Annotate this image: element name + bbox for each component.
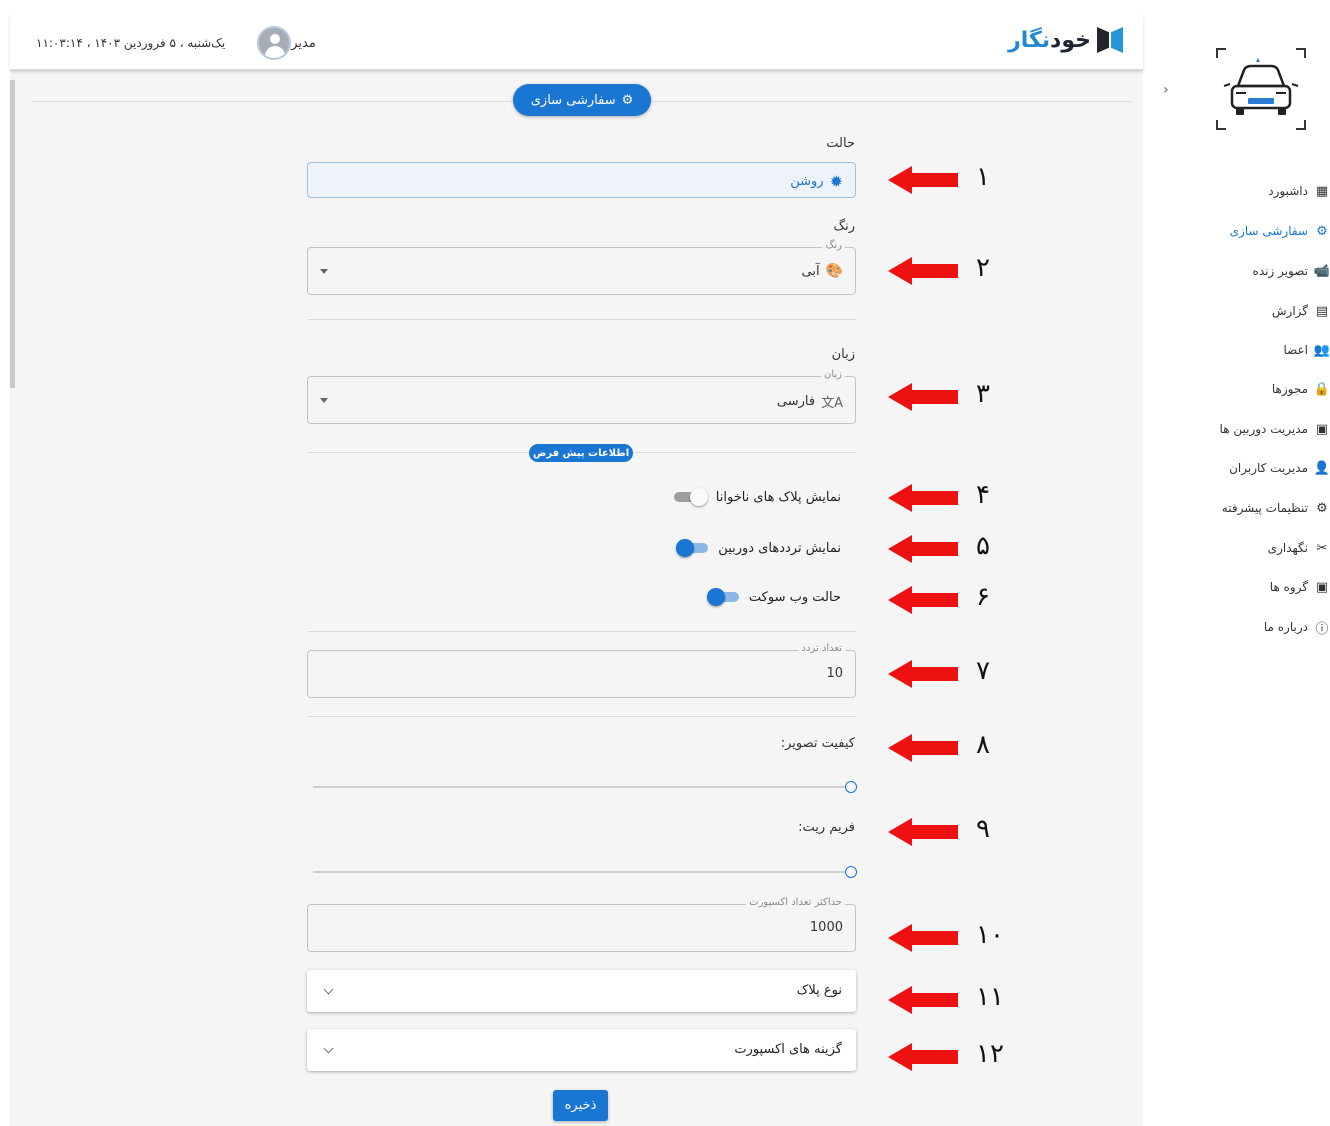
- annotation-arrow: ۱۱: [888, 982, 1018, 1014]
- top-bar: خودنگار مدیر یک‌شنبه ، ۵ فروردین ۱۴۰۳ ، …: [10, 14, 1143, 70]
- save-button[interactable]: ذخیره: [553, 1090, 608, 1121]
- sidebar: ▦ داشبورد ⚙ سفارشی سازی 📹 تصویر زنده ▤ گ…: [1195, 178, 1330, 638]
- sidebar-item-members[interactable]: 👥 اعضا: [1283, 340, 1330, 360]
- slider-thumb[interactable]: [845, 781, 857, 793]
- mode-label: حالت: [826, 136, 855, 151]
- gear-icon: ⚙: [1316, 223, 1328, 239]
- cctv-icon: 📹: [1313, 263, 1330, 279]
- frame-rate-label: فریم ریت:: [798, 820, 855, 835]
- max-export-field[interactable]: حداکثر تعداد اکسپورت 1000: [307, 897, 856, 952]
- image-quality-slider[interactable]: [313, 781, 857, 793]
- color-label: رنگ: [833, 219, 855, 234]
- section-title-pill: ⚙ سفارشی سازی: [513, 84, 651, 116]
- sidebar-item-live-view[interactable]: 📹 تصویر زنده: [1253, 261, 1330, 281]
- app-logo[interactable]: خودنگار: [1008, 27, 1123, 53]
- members-icon: 👥: [1313, 342, 1330, 358]
- export-options-accordion[interactable]: گزینه های اکسپورت: [307, 1029, 856, 1071]
- annotation-arrow: ۱: [888, 162, 1018, 194]
- tools-icon: ✂: [1316, 540, 1328, 556]
- toggle-switch[interactable]: [673, 488, 708, 506]
- language-legend: زبان: [820, 369, 845, 380]
- datetime: یک‌شنبه ، ۵ فروردین ۱۴۰۳ ، ۱۱:۰۳:۱۴: [36, 36, 226, 50]
- car-logo-icon: [1216, 48, 1306, 130]
- sidebar-item-maintenance[interactable]: ✂ نگهداری: [1268, 538, 1330, 558]
- sidebar-item-user-management[interactable]: 👤 مدیریت کاربران: [1229, 458, 1330, 478]
- color-select[interactable]: رنگ 🎨 آبی: [307, 240, 856, 295]
- annotation-arrow: ۲: [888, 253, 1018, 285]
- toggle-unreadable-plates[interactable]: نمایش پلاک های ناخوانا: [673, 488, 841, 506]
- divider: [307, 716, 856, 717]
- language-select[interactable]: زبان 文A فارسی: [307, 369, 856, 424]
- username: مدیر: [291, 35, 316, 51]
- chevron-down-icon: [323, 984, 334, 995]
- annotation-arrow: ۷: [888, 656, 1018, 688]
- advanced-settings-icon: ⚙: [1316, 500, 1328, 516]
- sidebar-item-groups[interactable]: ▣ گروه ها: [1270, 577, 1330, 597]
- annotation-arrow: ۵: [888, 531, 1018, 563]
- toggle-camera-traffic[interactable]: نمایش ترددهای دوربین: [676, 539, 841, 557]
- default-info-chip: اطلاعات پیش فرض: [529, 444, 633, 462]
- dashboard-icon: ▦: [1315, 183, 1329, 199]
- annotation-arrow: ۳: [888, 379, 1018, 411]
- chevron-down-icon: [323, 1043, 334, 1054]
- info-icon: ⓘ: [1315, 621, 1329, 637]
- annotation-arrow: ۸: [888, 730, 1018, 762]
- translate-icon: 文A: [821, 396, 843, 411]
- annotation-arrow: ۴: [888, 480, 1018, 512]
- sidebar-item-about[interactable]: ⓘ درباره ما: [1264, 617, 1330, 637]
- lock-icon: 🔒: [1313, 381, 1330, 397]
- sidebar-item-customization[interactable]: ⚙ سفارشی سازی: [1230, 221, 1330, 241]
- toggle-switch[interactable]: [706, 588, 741, 606]
- collapse-chevron-icon[interactable]: ›: [1163, 82, 1173, 98]
- gear-icon: ⚙: [621, 92, 634, 108]
- color-legend: رنگ: [822, 240, 845, 251]
- user-manage-icon: 👤: [1313, 460, 1330, 476]
- report-icon: ▤: [1315, 303, 1329, 319]
- annotation-arrow: ۹: [888, 814, 1018, 846]
- scrollbar[interactable]: [10, 70, 16, 1126]
- image-quality-label: کیفیت تصویر:: [780, 736, 855, 751]
- language-label: زبان: [831, 347, 855, 362]
- camera-manage-icon: ▣: [1315, 421, 1329, 437]
- sidebar-item-dashboard[interactable]: ▦ داشبورد: [1268, 181, 1330, 201]
- divider: [307, 631, 856, 632]
- logo-mark-icon: [1097, 27, 1123, 53]
- toggle-switch[interactable]: [676, 539, 710, 557]
- user-area: مدیر یک‌شنبه ، ۵ فروردین ۱۴۰۳ ، ۱۱:۰۳:۱۴: [36, 26, 316, 60]
- annotation-arrow: ۶: [888, 582, 1018, 614]
- groups-icon: ▣: [1315, 579, 1329, 595]
- max-export-legend: حداکثر تعداد اکسپورت: [746, 897, 845, 908]
- divider: [307, 319, 856, 320]
- plate-type-accordion[interactable]: نوع پلاک: [307, 970, 856, 1012]
- traffic-count-field[interactable]: تعداد تردد 10: [307, 643, 856, 698]
- sidebar-item-report[interactable]: ▤ گزارش: [1272, 301, 1330, 321]
- toggle-websocket[interactable]: حالت وب سوکت: [706, 588, 841, 606]
- caret-down-icon: [320, 269, 328, 274]
- logo-text: خودنگار: [1008, 27, 1091, 53]
- mode-field[interactable]: ✹ روشن: [307, 162, 856, 198]
- sidebar-item-permissions[interactable]: 🔒 مجوزها: [1272, 379, 1330, 399]
- sidebar-item-advanced-settings[interactable]: ⚙ تنظیمات پیشرفته: [1222, 498, 1330, 518]
- sun-icon: ✹: [829, 172, 843, 191]
- annotation-arrow: ۱۰: [888, 920, 1018, 952]
- avatar-icon[interactable]: [257, 26, 292, 60]
- sidebar-item-camera-management[interactable]: ▣ مدیریت دوربین ها: [1220, 419, 1330, 439]
- frame-rate-slider[interactable]: [313, 866, 857, 878]
- palette-icon: 🎨: [825, 263, 843, 279]
- slider-thumb[interactable]: [845, 866, 857, 878]
- caret-down-icon: [320, 398, 328, 403]
- annotation-arrow: ۱۲: [888, 1039, 1018, 1071]
- traffic-count-legend: تعداد تردد: [798, 643, 845, 654]
